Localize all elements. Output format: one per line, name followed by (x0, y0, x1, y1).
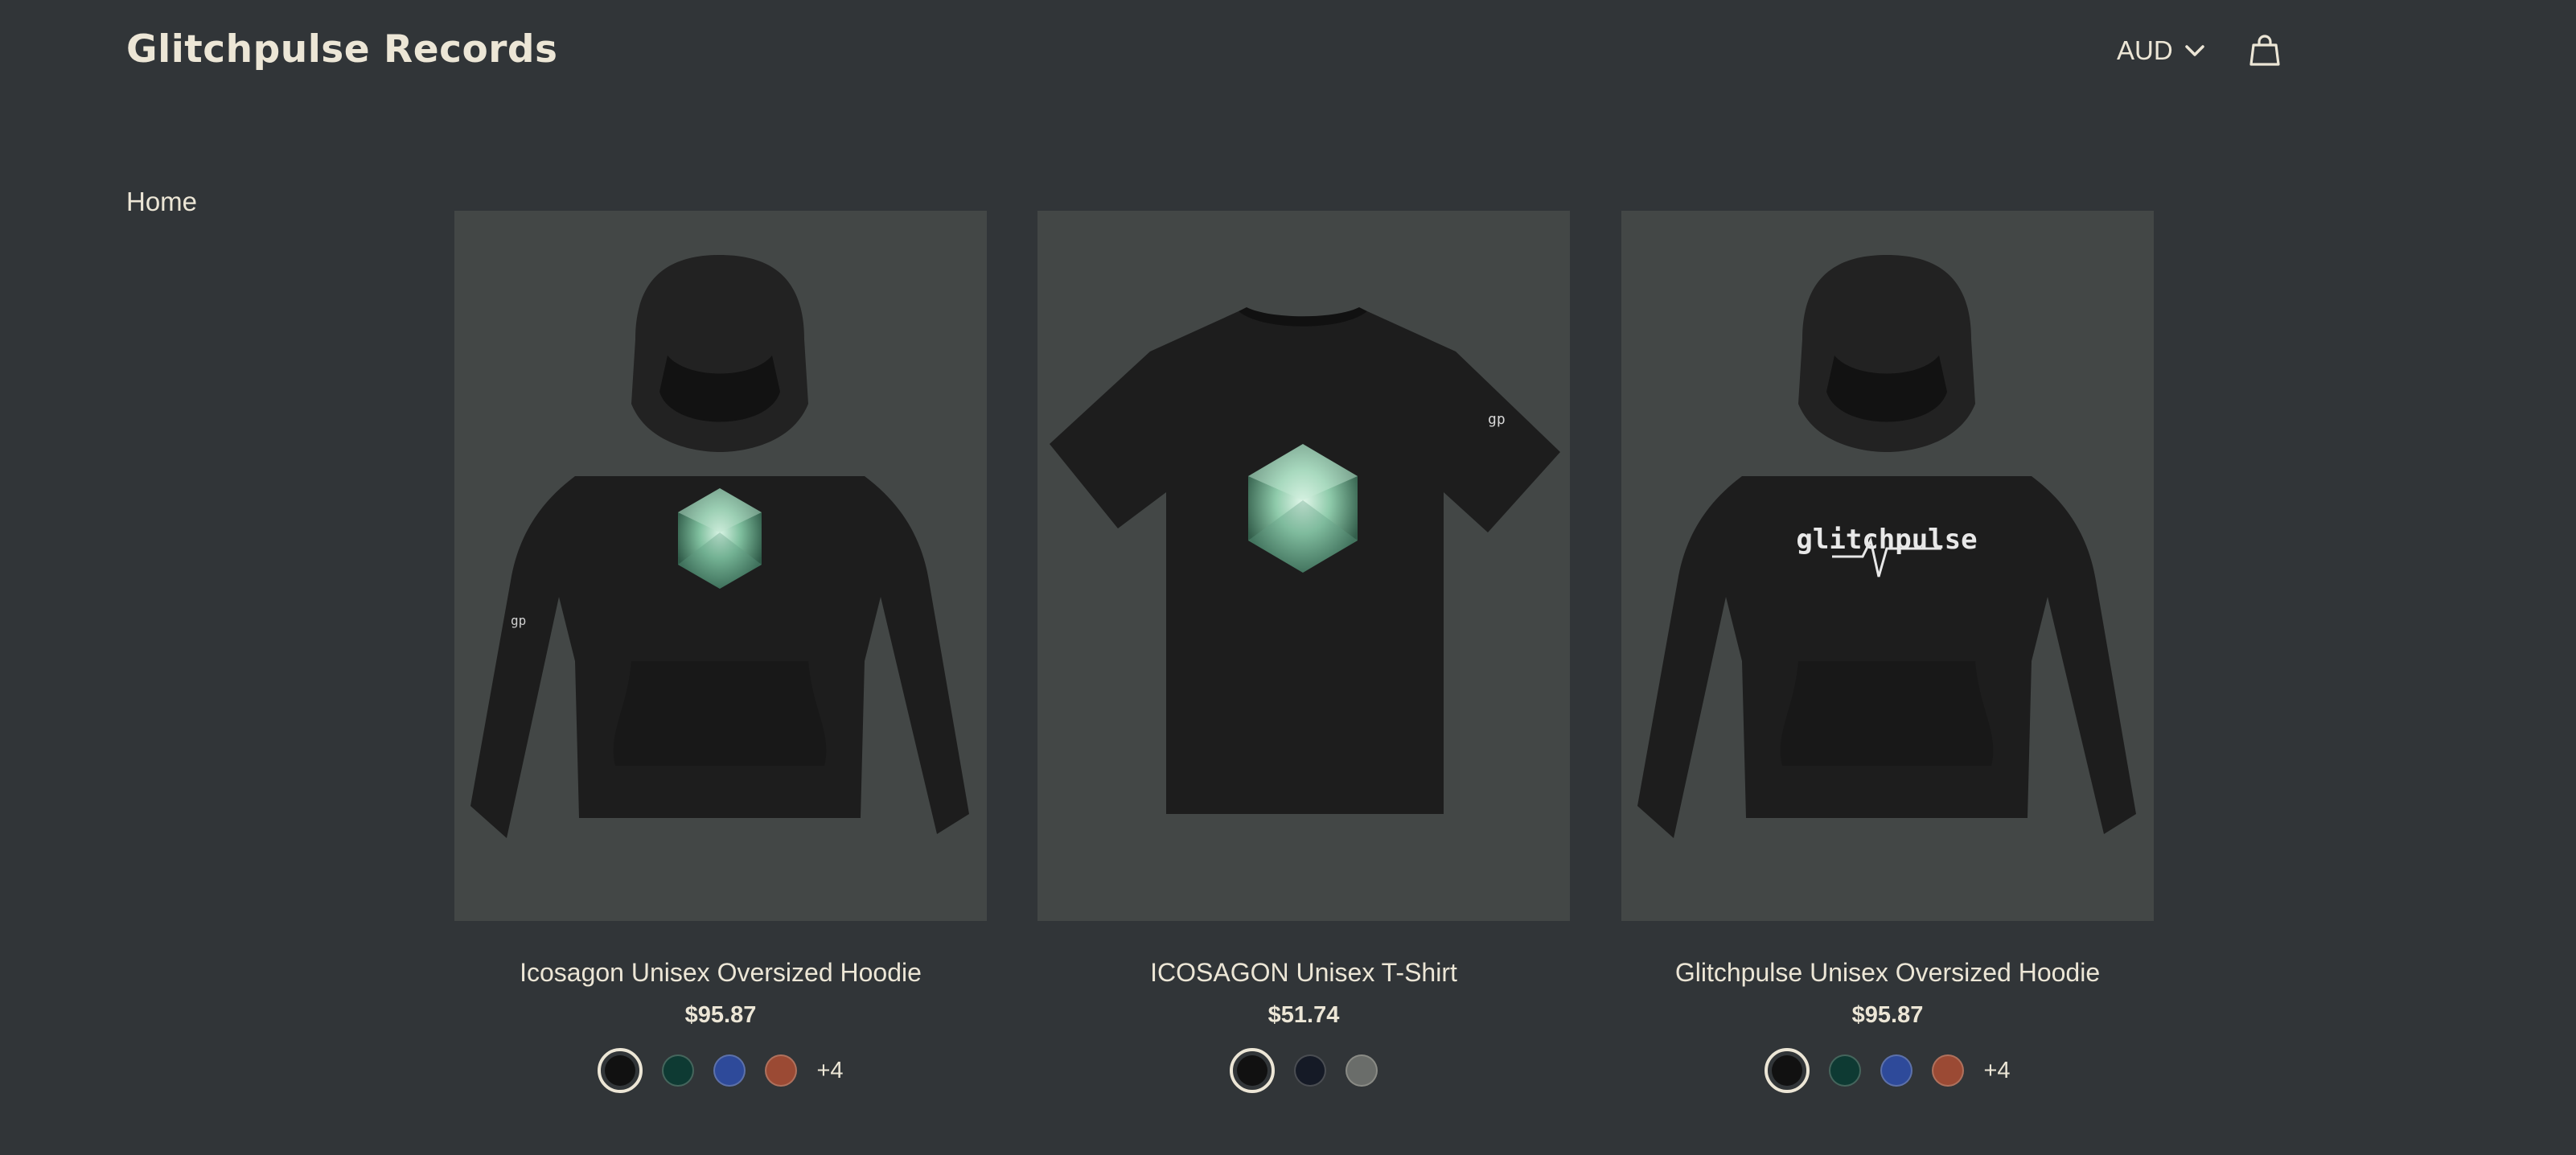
svg-text:gp: gp (511, 613, 526, 628)
store-logo[interactable]: Glitchpulse Records (126, 27, 558, 72)
product-image[interactable]: gp (1037, 211, 1570, 921)
color-swatches (1037, 1048, 1570, 1093)
swatch-rust[interactable] (1932, 1054, 1965, 1087)
swatch-grey[interactable] (1346, 1054, 1378, 1087)
more-colors-count[interactable]: +4 (816, 1058, 843, 1084)
storefront-page: Glitchpulse Records AUD Home gp Icosagon… (0, 0, 2576, 1155)
product-image[interactable]: gp (454, 211, 987, 921)
breadcrumb-home[interactable]: Home (126, 187, 197, 217)
swatch-dark-green[interactable] (662, 1054, 695, 1087)
currency-selector[interactable]: AUD (2117, 35, 2205, 66)
product-image[interactable]: glitchpulse (1621, 211, 2154, 921)
swatch-blue[interactable] (1880, 1054, 1913, 1087)
currency-label: AUD (2117, 35, 2173, 65)
product-price: $95.87 (684, 1002, 757, 1028)
product-card: glitchpulse Glitchpulse Unisex Oversized… (1621, 211, 2154, 1093)
swatch-blue[interactable] (713, 1054, 746, 1087)
color-swatches: +4 (1621, 1048, 2154, 1093)
chevron-down-icon (2184, 45, 2204, 56)
hoodie-image: gp (470, 255, 969, 838)
product-title[interactable]: Icosagon Unisex Oversized Hoodie (454, 958, 987, 988)
swatch-black[interactable] (598, 1048, 643, 1093)
more-colors-count[interactable]: +4 (1983, 1058, 2010, 1084)
hoodie-image: glitchpulse (1637, 255, 2136, 838)
product-card: gp ICOSAGON Unisex T-Shirt $51.74 (1037, 211, 1570, 1093)
shopping-bag-icon[interactable] (2248, 34, 2282, 68)
product-title[interactable]: ICOSAGON Unisex T-Shirt (1037, 958, 1570, 988)
swatch-navy[interactable] (1294, 1054, 1326, 1087)
swatch-dark-green[interactable] (1829, 1054, 1862, 1087)
swatch-black[interactable] (1765, 1048, 1810, 1093)
svg-text:gp: gp (1488, 411, 1506, 428)
color-swatches: +4 (454, 1048, 987, 1093)
swatch-black[interactable] (1230, 1048, 1275, 1093)
tshirt-image: gp (1050, 307, 1560, 814)
product-price: $95.87 (1851, 1002, 1924, 1028)
product-price: $51.74 (1267, 1002, 1340, 1028)
swatch-rust[interactable] (765, 1054, 798, 1087)
product-title[interactable]: Glitchpulse Unisex Oversized Hoodie (1621, 958, 2154, 988)
product-card: gp Icosagon Unisex Oversized Hoodie $95.… (454, 211, 987, 1093)
